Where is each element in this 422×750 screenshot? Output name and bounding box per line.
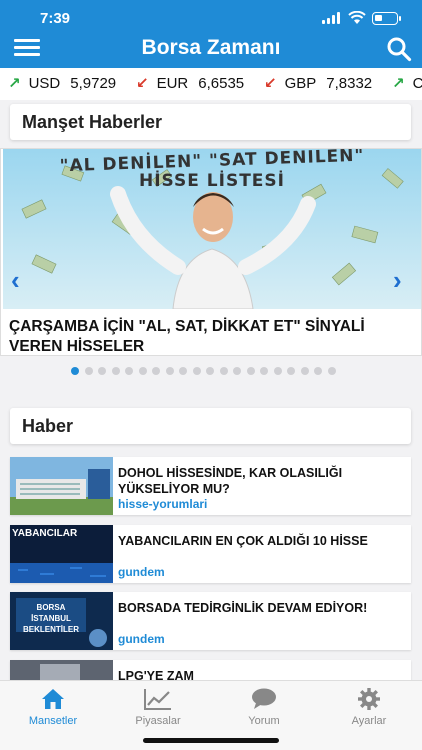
carousel-dot[interactable] xyxy=(246,367,255,375)
tab-label: Mansetler xyxy=(28,715,78,727)
carousel-dot[interactable] xyxy=(192,367,201,375)
thumb-label: BORSA İSTANBUL BEKLENTİLER xyxy=(23,603,79,634)
news-thumbnail: BORSA İSTANBUL BEKLENTİLER xyxy=(10,592,113,650)
carousel-dot[interactable] xyxy=(327,367,336,375)
chat-icon xyxy=(252,688,276,709)
signal-icon xyxy=(322,12,340,24)
list-item[interactable]: DOHOL HİSSESİNDE, KAR OLASILIĞI YÜKSELİY… xyxy=(10,457,411,515)
headlines-section-title: Manşet Haberler xyxy=(10,104,411,140)
carousel-dot[interactable] xyxy=(260,367,268,375)
news-section-title: Haber xyxy=(10,408,411,444)
tab-mansetler[interactable]: Mansetler xyxy=(3,687,103,727)
tab-piyasalar[interactable]: Piyasalar xyxy=(108,687,208,727)
carousel-dot[interactable] xyxy=(138,367,147,375)
news-title: BORSADA TEDİRGİNLİK DEVAM EDİYOR! xyxy=(118,601,368,615)
chevron-right-icon[interactable]: › xyxy=(393,265,402,296)
news-category[interactable]: gundem xyxy=(118,565,165,579)
chevron-left-icon[interactable]: ‹ xyxy=(11,265,20,296)
ticker-item-partial: ↗ C xyxy=(392,74,422,93)
tab-label: Ayarlar xyxy=(351,715,387,727)
news-category[interactable]: gundem xyxy=(118,632,165,646)
tab-label: Piyasalar xyxy=(135,715,181,727)
carousel-dot[interactable] xyxy=(287,367,295,375)
news-thumbnail: YABANCILAR xyxy=(10,525,113,583)
carousel-dot[interactable] xyxy=(300,367,309,375)
slide-caption[interactable]: ÇARŞAMBA İÇİN "AL, SAT, DİKKAT ET" SİNYA… xyxy=(9,317,409,357)
arrow-up-icon: ↗ xyxy=(392,75,405,92)
battery-icon xyxy=(372,12,401,25)
chart-icon xyxy=(144,689,171,710)
carousel-dot[interactable] xyxy=(152,367,160,375)
tab-ayarlar[interactable]: Ayarlar xyxy=(319,687,419,727)
arrow-down-icon: ↙ xyxy=(136,75,149,92)
tab-yorum[interactable]: Yorum xyxy=(214,687,314,727)
app-header: 7:39 Borsa Zamanı xyxy=(0,0,422,68)
app-title: Borsa Zamanı xyxy=(141,36,281,59)
slide-image[interactable]: "AL DENİLEN" "SAT DENİLEN" HİSSE LİSTESİ xyxy=(3,149,421,309)
list-item[interactable]: YABANCILAR YABANCILARIN EN ÇOK ALDIĞI 10… xyxy=(10,525,411,583)
news-title: DOHOL HİSSESİNDE, KAR OLASILIĞI YÜKSELİY… xyxy=(118,466,343,496)
search-icon[interactable] xyxy=(386,36,412,62)
wifi-icon xyxy=(348,11,366,24)
carousel-dot[interactable] xyxy=(165,367,174,375)
ticker-item-usd: ↗ USD 5,9729 xyxy=(8,74,117,93)
status-time: 7:39 xyxy=(40,10,71,27)
carousel-dot[interactable] xyxy=(111,367,120,375)
carousel-dot[interactable] xyxy=(84,367,93,375)
list-item[interactable]: BORSA İSTANBUL BEKLENTİLER BORSADA TEDİR… xyxy=(10,592,411,650)
home-indicator xyxy=(143,738,279,743)
carousel-dot[interactable] xyxy=(98,367,106,375)
carousel-dot[interactable] xyxy=(233,367,241,375)
carousel-dot[interactable] xyxy=(179,367,187,375)
arrow-up-icon: ↗ xyxy=(8,75,21,92)
carousel-pagination[interactable] xyxy=(71,367,336,375)
carousel-dot[interactable] xyxy=(273,367,282,375)
currency-ticker[interactable]: ↗ USD 5,9729 ↙ EUR 6,6535 ↙ GBP 7,8332 ↗… xyxy=(0,68,422,100)
status-bar: 7:39 xyxy=(0,8,422,28)
ticker-item-gbp: ↙ GBP 7,8332 xyxy=(264,74,373,93)
news-thumbnail xyxy=(10,457,113,515)
thumb-label: YABANCILAR xyxy=(12,528,78,539)
carousel-dot[interactable] xyxy=(125,367,133,375)
carousel-dot[interactable] xyxy=(314,367,322,375)
carousel-dot[interactable] xyxy=(71,367,79,375)
tab-label: Yorum xyxy=(248,715,280,727)
headline-carousel[interactable]: "AL DENİLEN" "SAT DENİLEN" HİSSE LİSTESİ… xyxy=(0,148,422,356)
ticker-item-eur: ↙ EUR 6,6535 xyxy=(136,74,245,93)
carousel-dot[interactable] xyxy=(219,367,228,375)
arrow-down-icon: ↙ xyxy=(264,75,277,92)
news-title: YABANCILARIN EN ÇOK ALDIĞI 10 HİSSE xyxy=(118,534,368,548)
home-icon xyxy=(42,689,64,709)
carousel-dot[interactable] xyxy=(206,367,214,375)
news-category[interactable]: hisse-yorumlari xyxy=(118,497,207,511)
gear-icon xyxy=(358,688,380,710)
